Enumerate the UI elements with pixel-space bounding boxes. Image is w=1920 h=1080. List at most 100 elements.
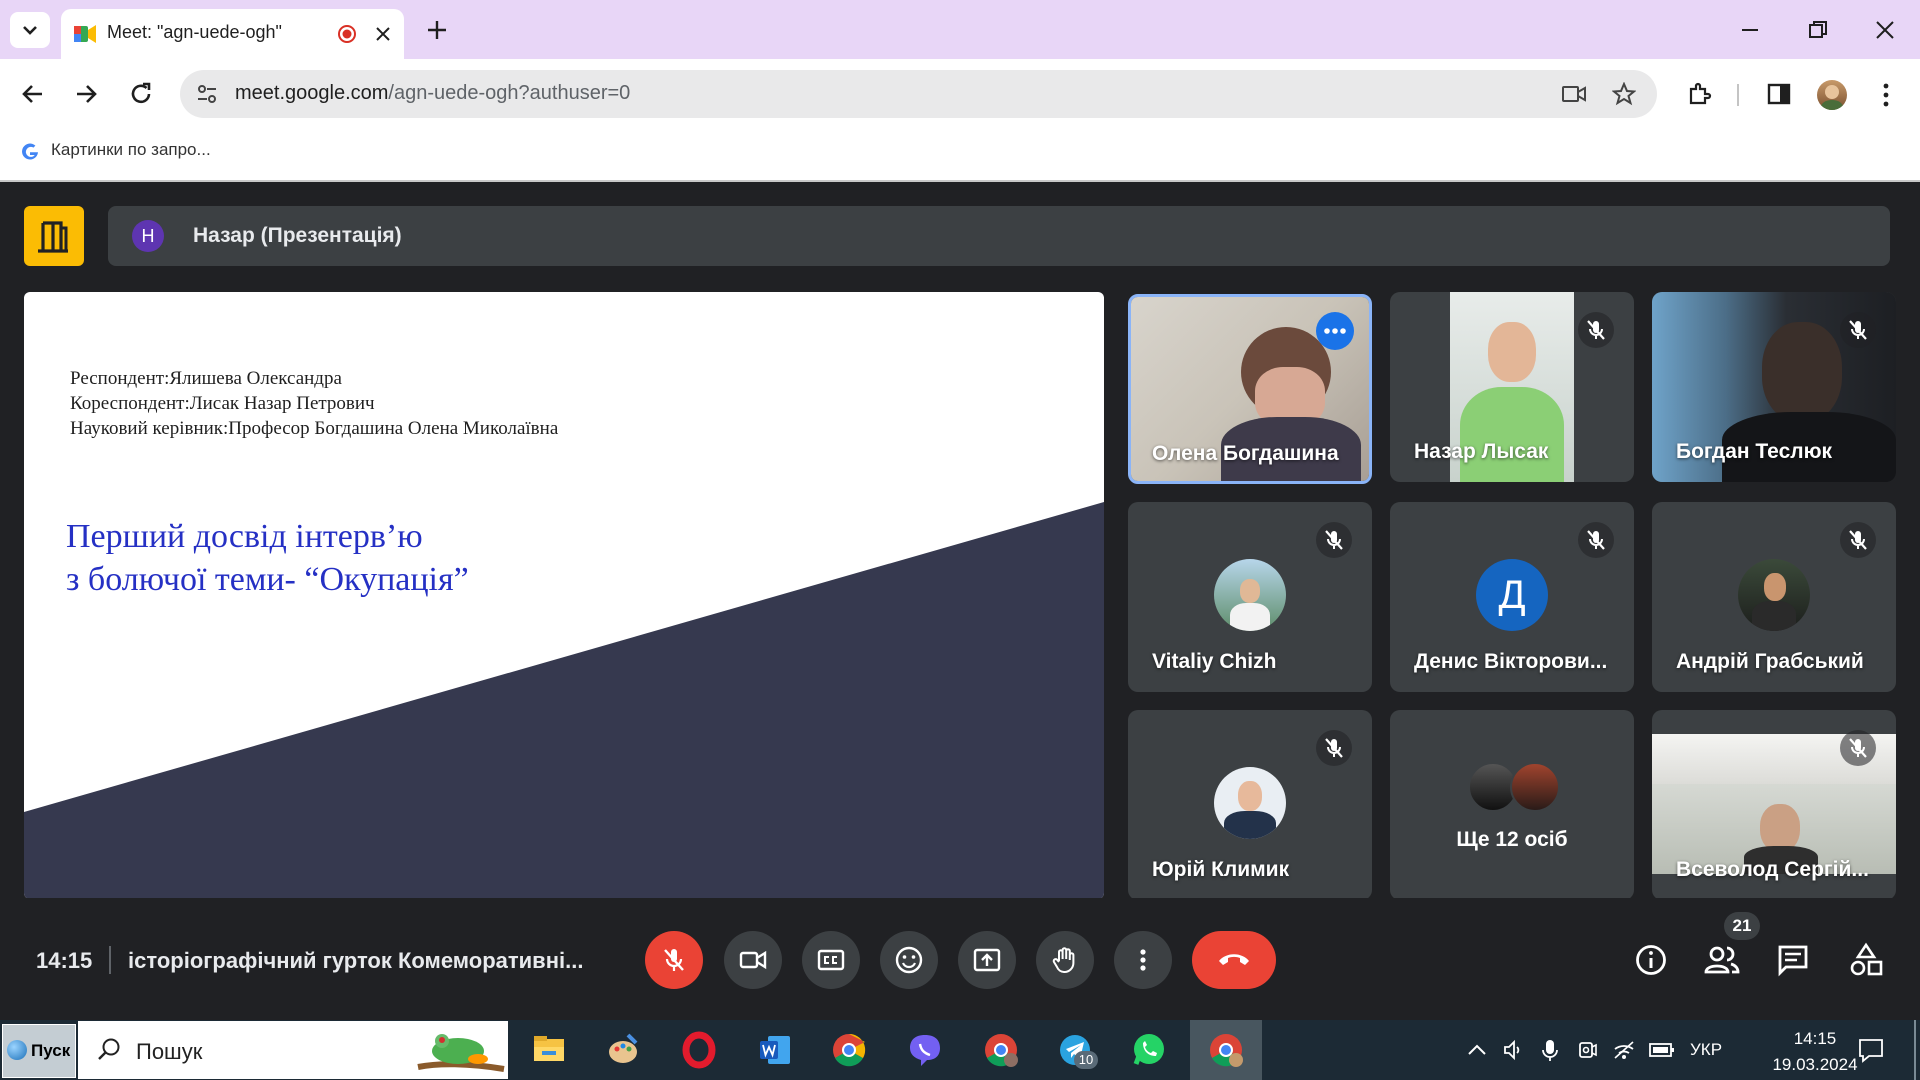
- emoji-icon: [895, 946, 923, 974]
- start-button[interactable]: Пуск: [2, 1024, 76, 1078]
- windows-logo-icon: [7, 1040, 27, 1060]
- participant-name: Андрій Грабський: [1676, 650, 1864, 673]
- site-info-icon[interactable]: [196, 83, 218, 105]
- participant-avatar: [1214, 767, 1286, 839]
- mic-toggle-button[interactable]: [645, 931, 703, 989]
- windows-taskbar: Пуск Пошук 10 УКР 14:15 19.03.2024: [0, 1020, 1920, 1080]
- meet-companion-logo[interactable]: [24, 206, 84, 266]
- raise-hand-button[interactable]: [1036, 931, 1094, 989]
- leave-call-button[interactable]: [1192, 931, 1276, 989]
- system-clock[interactable]: 14:15 19.03.2024: [1760, 1026, 1870, 1078]
- participant-tile[interactable]: Назар Лысак: [1390, 292, 1634, 482]
- extensions-icon[interactable]: [1686, 80, 1714, 108]
- paint-icon[interactable]: [598, 1025, 648, 1075]
- chat-icon[interactable]: [1776, 943, 1810, 977]
- microphone-icon[interactable]: [1540, 1038, 1560, 1062]
- others-tile[interactable]: Ще 12 осіб: [1390, 710, 1634, 900]
- mic-off-badge: [1578, 312, 1614, 348]
- participant-tile[interactable]: Всеволод Сергій...: [1652, 710, 1896, 900]
- volume-icon[interactable]: [1502, 1038, 1526, 1062]
- frog-illustration-icon: [417, 1034, 505, 1072]
- camera-tray-icon[interactable]: [1576, 1038, 1600, 1062]
- meeting-details-icon[interactable]: [1634, 943, 1668, 977]
- present-to-all-icon: [973, 948, 1001, 972]
- people-icon: [1704, 946, 1740, 974]
- word-icon[interactable]: [750, 1025, 800, 1075]
- slide-title-line2: з болючої теми- “Окупація”: [66, 561, 469, 598]
- profile-avatar[interactable]: [1817, 80, 1847, 110]
- mic-off-badge: [1840, 730, 1876, 766]
- address-bar[interactable]: meet.google.com/agn-uede-ogh?authuser=0: [180, 70, 1657, 118]
- forward-icon[interactable]: [73, 81, 99, 107]
- camera-toggle-button[interactable]: [724, 931, 782, 989]
- opera-icon[interactable]: [674, 1025, 724, 1075]
- close-window-icon[interactable]: [1873, 18, 1897, 42]
- participant-tile[interactable]: Юрій Климик: [1128, 710, 1372, 900]
- show-desktop-button[interactable]: [1914, 1020, 1916, 1080]
- reload-icon[interactable]: [128, 81, 154, 107]
- input-language[interactable]: УКР: [1690, 1040, 1722, 1060]
- reactions-button[interactable]: [880, 931, 938, 989]
- chrome-icon[interactable]: [824, 1025, 874, 1075]
- close-tab-icon[interactable]: [374, 25, 392, 43]
- mic-off-icon: [1849, 320, 1867, 340]
- mic-off-badge: [1840, 312, 1876, 348]
- participant-name: Юрій Климик: [1152, 858, 1290, 881]
- taskbar-search[interactable]: Пошук: [78, 1021, 508, 1079]
- side-panel-icon[interactable]: [1766, 82, 1792, 106]
- tab-meet[interactable]: Meet: "agn-uede-ogh": [61, 9, 404, 59]
- meeting-clock: 14:15: [36, 948, 93, 973]
- presenter-avatar: Н: [132, 220, 164, 252]
- participant-tile[interactable]: Андрій Грабський: [1652, 502, 1896, 692]
- whatsapp-icon[interactable]: [1124, 1025, 1174, 1075]
- google-icon: [22, 143, 38, 160]
- chrome-icon: [1210, 1034, 1243, 1067]
- file-explorer-icon[interactable]: [524, 1025, 574, 1075]
- back-icon[interactable]: [20, 81, 46, 107]
- new-tab-icon[interactable]: [425, 18, 449, 42]
- bookmark-label: Картинки по запро...: [51, 140, 211, 159]
- restore-icon[interactable]: [1806, 18, 1830, 42]
- activities-icon[interactable]: [1848, 942, 1884, 978]
- minimize-icon[interactable]: [1738, 18, 1762, 42]
- notifications-icon[interactable]: [1856, 1036, 1886, 1064]
- bookmark-item[interactable]: Картинки по запро...: [20, 136, 230, 170]
- browser-menu-icon[interactable]: [1877, 80, 1895, 110]
- network-icon[interactable]: [1612, 1038, 1638, 1062]
- active-chrome-button[interactable]: [1190, 1020, 1262, 1080]
- url-text[interactable]: meet.google.com/agn-uede-ogh?authuser=0: [235, 82, 630, 105]
- more-vertical-icon: [1140, 949, 1146, 971]
- participant-tile[interactable]: Олена Богдашина: [1128, 294, 1372, 484]
- meet-favicon-icon: [74, 25, 96, 43]
- captions-button[interactable]: [802, 931, 860, 989]
- participant-tile[interactable]: Богдан Теслюк: [1652, 292, 1896, 482]
- tab-search-button[interactable]: [10, 12, 50, 48]
- viber-icon[interactable]: [900, 1025, 950, 1075]
- search-icon: [98, 1038, 120, 1060]
- mic-off-icon: [1587, 530, 1605, 550]
- presenter-label: Назар (Презентація): [193, 224, 402, 247]
- battery-icon[interactable]: [1648, 1040, 1676, 1060]
- recording-icon: [338, 25, 356, 43]
- camera-in-use-icon[interactable]: [1561, 83, 1587, 105]
- mic-off-badge: [1578, 522, 1614, 558]
- show-hidden-icons-icon[interactable]: [1466, 1040, 1488, 1060]
- mic-off-icon: [1849, 530, 1867, 550]
- divider: [109, 946, 111, 974]
- presenter-bar: Н Назар (Презентація): [108, 206, 1890, 266]
- bookmark-star-icon[interactable]: [1612, 82, 1636, 106]
- more-options-button[interactable]: [1114, 931, 1172, 989]
- system-date: 19.03.2024: [1772, 1055, 1858, 1074]
- people-button[interactable]: [1702, 940, 1742, 980]
- mic-off-icon: [1587, 320, 1605, 340]
- slide-correspondent: Кореспондент:Лисак Назар Петрович: [70, 393, 375, 414]
- more-options-button[interactable]: [1316, 312, 1354, 350]
- participant-tile[interactable]: Д Денис Вікторови...: [1390, 502, 1634, 692]
- others-avatar-2: [1510, 762, 1560, 812]
- participant-name: Vitaliy Chizh: [1152, 650, 1277, 673]
- present-button[interactable]: [958, 931, 1016, 989]
- telegram-button[interactable]: 10: [1050, 1025, 1100, 1075]
- chevron-down-icon: [23, 26, 37, 35]
- chrome-profile-icon[interactable]: [976, 1025, 1026, 1075]
- participant-tile[interactable]: Vitaliy Chizh: [1128, 502, 1372, 692]
